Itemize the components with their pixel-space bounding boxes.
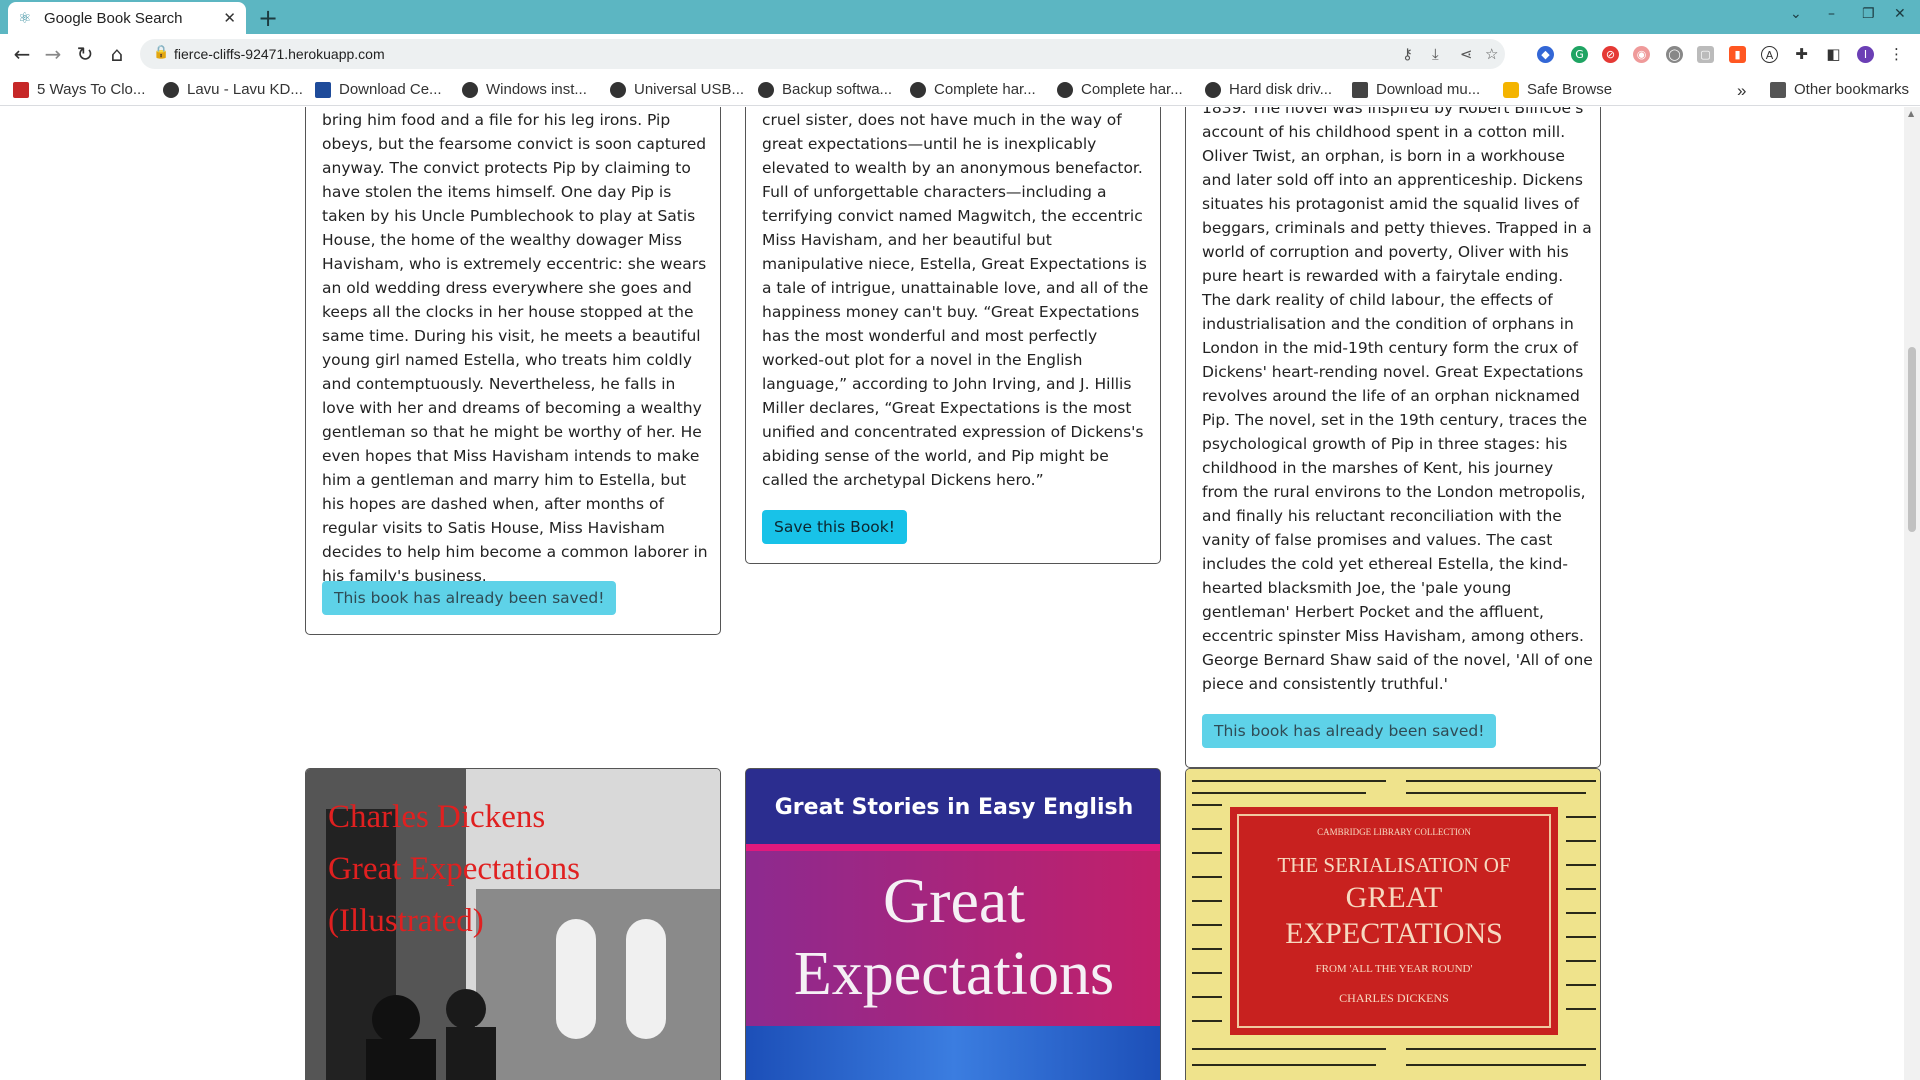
minimize-icon[interactable]: – bbox=[1828, 6, 1835, 22]
back-icon[interactable]: ← bbox=[10, 42, 34, 66]
tab-title: Google Book Search bbox=[44, 9, 183, 27]
cover-subtitle: FROM 'ALL THE YEAR ROUND' bbox=[1315, 963, 1473, 975]
menu-kebab-icon[interactable]: ⋮ bbox=[1888, 46, 1905, 63]
bookmark-item[interactable]: Backup softwa... bbox=[758, 81, 892, 98]
close-tab-icon[interactable]: ✕ bbox=[223, 9, 236, 27]
cover-title-line1: Great bbox=[882, 865, 1026, 936]
lock-favicon-icon bbox=[1503, 81, 1519, 98]
book-description: 1839. The novel was inspired by Robert B… bbox=[1202, 107, 1593, 693]
tab-strip: ⚛ Google Book Search ✕ + ⌄ – ❐ ✕ bbox=[0, 0, 1920, 34]
book-cover-image: Charles Dickens Great Expectations (Illu… bbox=[305, 768, 721, 1080]
scrollbar-thumb[interactable] bbox=[1908, 347, 1916, 532]
url-text[interactable]: fierce-cliffs-92471.herokuapp.com bbox=[174, 46, 385, 62]
bookmark-item[interactable]: Hard disk driv... bbox=[1205, 81, 1332, 98]
extension-icon[interactable]: A bbox=[1761, 46, 1778, 63]
adblock-icon[interactable]: ⊘ bbox=[1602, 46, 1619, 63]
other-bookmarks[interactable]: Other bookmarks bbox=[1770, 81, 1909, 98]
bookmark-item[interactable]: Download mu... bbox=[1352, 81, 1480, 98]
bookmark-star-icon[interactable]: ☆ bbox=[1485, 45, 1498, 63]
book-card: cruel sister, does not have much in the … bbox=[745, 107, 1161, 564]
forward-icon[interactable]: → bbox=[41, 42, 65, 66]
page-scrollbar[interactable]: ▲ bbox=[1904, 107, 1920, 1080]
bookmark-favicon-icon bbox=[315, 81, 331, 98]
globe-icon bbox=[163, 81, 179, 98]
bookmark-item[interactable]: Complete har... bbox=[1057, 81, 1183, 98]
react-favicon-icon: ⚛ bbox=[18, 9, 32, 27]
book-card: 1839. The novel was inspired by Robert B… bbox=[1185, 107, 1601, 768]
close-window-icon[interactable]: ✕ bbox=[1894, 6, 1906, 22]
already-saved-button[interactable]: This book has already been saved! bbox=[1202, 714, 1497, 748]
profile-avatar[interactable]: I bbox=[1857, 46, 1874, 63]
cover-title-line2: GREAT bbox=[1345, 881, 1443, 914]
globe-icon bbox=[910, 81, 926, 98]
bookmark-item[interactable]: Lavu - Lavu KD... bbox=[163, 81, 303, 98]
extensions-puzzle-icon[interactable]: ✚ bbox=[1793, 46, 1810, 63]
bookmark-favicon-icon bbox=[13, 81, 29, 98]
globe-icon bbox=[462, 81, 478, 98]
book-card: bring him food and a file for his leg ir… bbox=[305, 107, 721, 635]
bookmark-favicon-icon bbox=[1352, 81, 1368, 98]
cover-stripe bbox=[746, 844, 1160, 851]
cover-series-text: CAMBRIDGE LIBRARY COLLECTION bbox=[1317, 827, 1471, 837]
reload-icon[interactable]: ↻ bbox=[73, 42, 97, 66]
cover-illustration-strip bbox=[746, 1026, 1160, 1080]
browser-tab[interactable]: ⚛ Google Book Search ✕ bbox=[8, 2, 246, 34]
cover-title-text: Charles Dickens Great Expectations (Illu… bbox=[328, 799, 580, 939]
bookmark-item[interactable]: Safe Browse bbox=[1503, 81, 1612, 98]
install-icon[interactable]: ⤓ bbox=[1432, 45, 1439, 63]
bookmark-item[interactable]: Download Ce... bbox=[315, 81, 442, 98]
globe-icon bbox=[610, 81, 626, 98]
extension-icon[interactable]: ▮ bbox=[1729, 46, 1746, 63]
tab-search-icon[interactable]: ⌄ bbox=[1790, 6, 1802, 22]
bookmark-item[interactable]: 5 Ways To Clo... bbox=[13, 81, 145, 98]
cover-title-line1: THE SERIALISATION OF bbox=[1277, 853, 1511, 877]
home-icon[interactable]: ⌂ bbox=[105, 42, 129, 66]
cover-title-line3: EXPECTATIONS bbox=[1285, 917, 1503, 950]
save-book-button[interactable]: Save this Book! bbox=[762, 510, 907, 544]
extension-icon[interactable]: ◆ bbox=[1537, 46, 1554, 63]
page-content: bring him food and a file for his leg ir… bbox=[0, 107, 1920, 1080]
share-icon[interactable]: ⋖ bbox=[1460, 45, 1473, 63]
key-icon[interactable]: ⚷ bbox=[1402, 45, 1413, 63]
cover-author: CHARLES DICKENS bbox=[1339, 991, 1449, 1005]
bookmark-item[interactable]: Universal USB... bbox=[610, 81, 744, 98]
address-bar[interactable]: 🔒 fierce-cliffs-92471.herokuapp.com ⚷ ⤓ … bbox=[140, 39, 1505, 69]
lock-icon[interactable]: 🔒 bbox=[153, 45, 169, 60]
book-cover-image: CAMBRIDGE LIBRARY COLLECTION THE SERIALI… bbox=[1185, 768, 1601, 1080]
extension-icon[interactable]: ◯ bbox=[1666, 46, 1683, 63]
cover-banner-text: Great Stories in Easy English bbox=[774, 795, 1134, 820]
globe-icon bbox=[1205, 81, 1221, 98]
restore-icon[interactable]: ❐ bbox=[1862, 6, 1875, 22]
scroll-up-icon[interactable]: ▲ bbox=[1908, 109, 1914, 118]
bookmark-item[interactable]: Windows inst... bbox=[462, 81, 587, 98]
browser-toolbar: ← → ↻ ⌂ 🔒 fierce-cliffs-92471.herokuapp.… bbox=[0, 34, 1920, 74]
extension-icon[interactable]: ◉ bbox=[1633, 46, 1650, 63]
side-panel-icon[interactable]: ◧ bbox=[1825, 46, 1842, 63]
globe-icon bbox=[758, 81, 774, 98]
new-tab-button[interactable]: + bbox=[258, 4, 278, 32]
cover-title-line2: Expectations bbox=[793, 940, 1115, 1008]
bookmark-item[interactable]: Complete har... bbox=[910, 81, 1036, 98]
extension-icon[interactable]: ▢ bbox=[1697, 46, 1714, 63]
already-saved-button[interactable]: This book has already been saved! bbox=[322, 581, 617, 615]
grammarly-icon[interactable]: G bbox=[1571, 46, 1588, 63]
folder-icon bbox=[1770, 81, 1786, 98]
book-cover-image: Great Stories in Easy English Great Expe… bbox=[745, 768, 1161, 1080]
bookmarks-overflow-button[interactable]: » bbox=[1737, 81, 1746, 101]
globe-icon bbox=[1057, 81, 1073, 98]
book-description: bring him food and a file for his leg ir… bbox=[322, 111, 708, 585]
book-description: cruel sister, does not have much in the … bbox=[762, 111, 1149, 489]
bookmarks-bar: 5 Ways To Clo... Lavu - Lavu KD... Downl… bbox=[0, 74, 1920, 106]
